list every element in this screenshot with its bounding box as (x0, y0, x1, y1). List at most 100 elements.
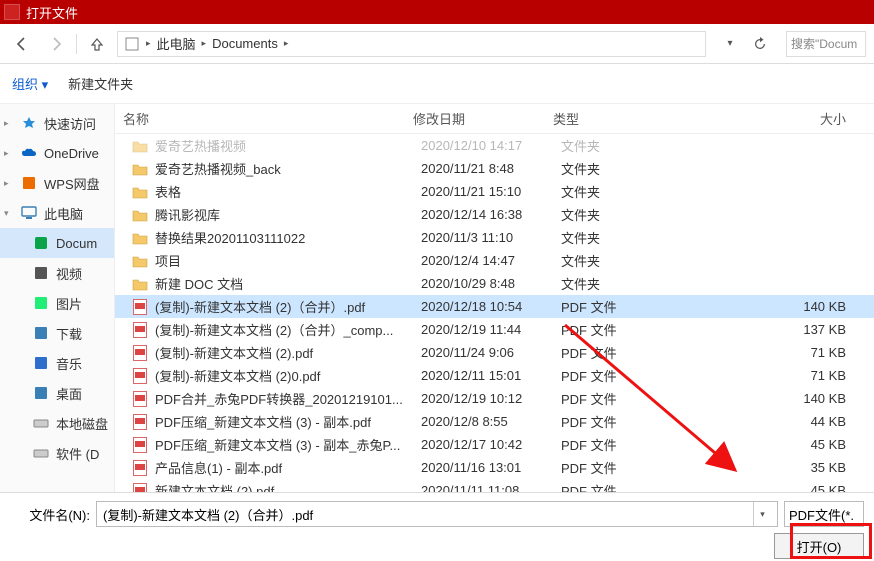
wps-icon (20, 174, 38, 192)
file-size: 71 KB (681, 368, 874, 383)
file-date: 2020/11/3 11:10 (421, 230, 561, 245)
file-type: 文件夹 (561, 251, 681, 270)
file-row[interactable]: (复制)-新建文本文档 (2)（合并）.pdf2020/12/18 10:54P… (115, 295, 874, 318)
main-area: ▸快速访问▸OneDrive▸WPS网盘 ▾ 此电脑 Docum 视频图片下载音乐桌面本… (0, 104, 874, 492)
col-size[interactable]: 大小 (673, 109, 874, 128)
sidebar-item-6[interactable]: 图片 (0, 288, 114, 318)
sidebar-item-3[interactable]: ▾ 此电脑 (0, 198, 114, 228)
chevron-right-icon[interactable]: ▸ (144, 38, 153, 49)
file-row[interactable]: 替换结果202011031110222020/11/3 11:10文件夹 (115, 226, 874, 249)
dropdown-history-button[interactable]: ▾ (716, 30, 744, 58)
file-row[interactable]: PDF压缩_新建文本文档 (3) - 副本.pdf2020/12/8 8:55P… (115, 410, 874, 433)
pc-icon (20, 204, 38, 222)
file-date: 2020/12/11 15:01 (421, 368, 561, 383)
column-headers: 名称 修改日期 类型 大小 (115, 104, 874, 134)
file-type: PDF 文件 (561, 458, 681, 477)
col-name[interactable]: 名称 (123, 109, 413, 128)
file-row[interactable]: PDF压缩_新建文本文档 (3) - 副本_赤兔P...2020/12/17 1… (115, 433, 874, 456)
sidebar-item-10[interactable]: 本地磁盘 (0, 408, 114, 438)
filename-value: (复制)-新建文本文档 (2)（合并）.pdf (103, 505, 753, 524)
sidebar-item-2[interactable]: ▸WPS网盘 (0, 168, 114, 198)
file-type: 文件夹 (561, 205, 681, 224)
file-type: PDF 文件 (561, 297, 681, 316)
sidebar-item-label: 桌面 (56, 384, 82, 403)
file-date: 2020/12/4 14:47 (421, 253, 561, 268)
sidebar-item-9[interactable]: 桌面 (0, 378, 114, 408)
filetype-filter[interactable]: PDF文件(*. (784, 501, 864, 527)
pdf-icon (131, 414, 149, 430)
folder-icon (131, 184, 149, 200)
file-name: 产品信息(1) - 副本.pdf (155, 458, 421, 477)
file-row[interactable]: 爱奇艺热播视频_back2020/11/21 8:48文件夹 (115, 157, 874, 180)
file-name: 表格 (155, 182, 421, 201)
filename-input[interactable]: (复制)-新建文本文档 (2)（合并）.pdf ▾ (96, 501, 778, 527)
folder-icon (131, 207, 149, 223)
pdf-icon (131, 368, 149, 384)
file-row[interactable]: (复制)-新建文本文档 (2).pdf2020/11/24 9:06PDF 文件… (115, 341, 874, 364)
doc-icon (32, 234, 50, 252)
file-type: PDF 文件 (561, 435, 681, 454)
file-size: 140 KB (681, 299, 874, 314)
chevron-right-icon[interactable]: ▸ (200, 38, 209, 49)
expand-icon[interactable]: ▸ (4, 118, 14, 129)
col-date[interactable]: 修改日期 (413, 109, 553, 128)
sidebar-item-7[interactable]: 下载 (0, 318, 114, 348)
file-row[interactable]: 爱奇艺热播视频2020/12/10 14:17文件夹 (115, 134, 874, 157)
crumb-root[interactable]: 此电脑 (157, 34, 196, 53)
file-row[interactable]: (复制)-新建文本文档 (2)（合并）_comp...2020/12/19 11… (115, 318, 874, 341)
file-row[interactable]: 腾讯影视库2020/12/14 16:38文件夹 (115, 203, 874, 226)
disk-icon (32, 444, 50, 462)
file-list-area: 名称 修改日期 类型 大小 爱奇艺热播视频2020/12/10 14:17文件夹… (115, 104, 874, 492)
breadcrumb[interactable]: ▸ 此电脑 ▸ Documents ▸ (117, 31, 706, 57)
folder-icon (131, 276, 149, 292)
search-input[interactable]: 搜索"Docum (786, 31, 866, 57)
chevron-right-icon[interactable]: ▸ (282, 38, 291, 49)
file-name: PDF压缩_新建文本文档 (3) - 副本_赤兔P... (155, 435, 421, 454)
expand-icon[interactable]: ▸ (4, 148, 14, 159)
dl-icon (32, 324, 50, 342)
file-row[interactable]: 表格2020/11/21 15:10文件夹 (115, 180, 874, 203)
forward-button[interactable] (42, 30, 70, 58)
file-type: 文件夹 (561, 159, 681, 178)
pic-icon (32, 294, 50, 312)
sidebar-item-label: 图片 (56, 294, 82, 313)
file-row[interactable]: 产品信息(1) - 副本.pdf2020/11/16 13:01PDF 文件35… (115, 456, 874, 479)
toolbar: 组织 ▾ 新建文件夹 (0, 64, 874, 104)
filename-label: 文件名(N): (10, 505, 90, 524)
file-row[interactable]: (复制)-新建文本文档 (2)0.pdf2020/12/11 15:01PDF … (115, 364, 874, 387)
cloud-icon (20, 144, 38, 162)
sidebar-item-5[interactable]: 视频 (0, 258, 114, 288)
col-type[interactable]: 类型 (553, 109, 673, 128)
file-row[interactable]: 项目2020/12/4 14:47文件夹 (115, 249, 874, 272)
new-folder-button[interactable]: 新建文件夹 (68, 74, 133, 93)
sidebar-item-0[interactable]: ▸快速访问 (0, 108, 114, 138)
expand-icon[interactable]: ▸ (4, 178, 14, 189)
back-button[interactable] (8, 30, 36, 58)
file-size: 45 KB (681, 483, 874, 492)
pdf-icon (131, 437, 149, 453)
sidebar-item-11[interactable]: 软件 (D (0, 438, 114, 468)
file-name: (复制)-新建文本文档 (2)0.pdf (155, 366, 421, 385)
open-button[interactable]: 打开(O) (774, 533, 864, 559)
refresh-button[interactable] (746, 30, 774, 58)
sidebar-item-1[interactable]: ▸OneDrive (0, 138, 114, 168)
up-button[interactable] (83, 30, 111, 58)
sidebar-item-4[interactable]: Docum (0, 228, 114, 258)
folder-icon (131, 161, 149, 177)
crumb-sub[interactable]: Documents (212, 36, 278, 51)
filename-dropdown-icon[interactable]: ▾ (753, 502, 771, 526)
folder-icon (131, 230, 149, 246)
file-row[interactable]: PDF合并_赤兔PDF转换器_20201219101...2020/12/19 … (115, 387, 874, 410)
expand-icon[interactable]: ▾ (4, 208, 14, 219)
file-date: 2020/11/11 11:08 (421, 483, 561, 492)
sidebar-item-label: Docum (56, 236, 97, 251)
file-row[interactable]: 新建 DOC 文档2020/10/29 8:48文件夹 (115, 272, 874, 295)
organize-menu[interactable]: 组织 ▾ (12, 74, 48, 93)
file-row[interactable]: 新建文本文档 (2).pdf2020/11/11 11:08PDF 文件45 K… (115, 479, 874, 492)
sidebar-item-label: 此电脑 (44, 204, 83, 223)
file-date: 2020/12/19 11:44 (421, 322, 561, 337)
window-title: 打开文件 (26, 3, 78, 22)
folder-icon (131, 253, 149, 269)
sidebar-item-8[interactable]: 音乐 (0, 348, 114, 378)
file-type: PDF 文件 (561, 343, 681, 362)
